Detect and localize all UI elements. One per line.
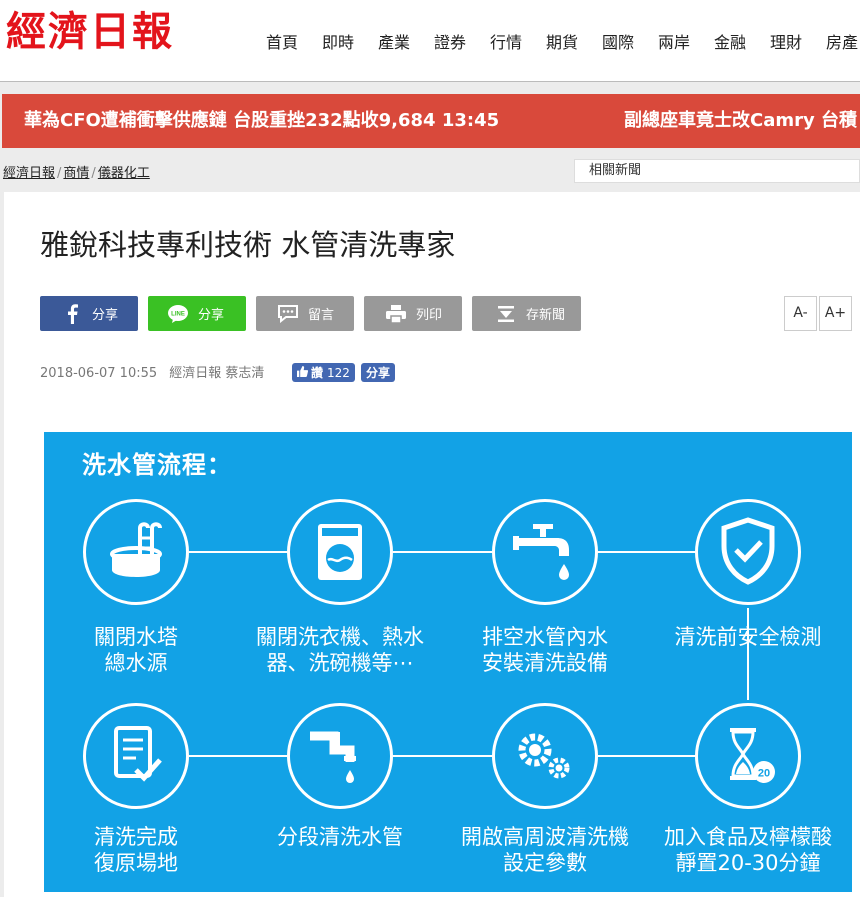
nav-item-wealth[interactable]: 理財 (758, 32, 814, 54)
main-nav: 首頁 即時 產業 證券 行情 期貨 國際 兩岸 金融 理財 房產 (254, 32, 860, 54)
site-header: 經濟日報 首頁 即時 產業 證券 行情 期貨 國際 兩岸 金融 理財 房產 (0, 0, 860, 82)
step-label: 排空水管內水 安裝清洗設備 (482, 625, 608, 675)
nav-item-international[interactable]: 國際 (590, 32, 646, 54)
facebook-icon (60, 302, 84, 326)
nav-item-industry[interactable]: 產業 (366, 32, 422, 54)
gears-icon (518, 733, 570, 779)
ticker-item[interactable]: 副總座車竟士改Camry 台積 (624, 108, 857, 134)
print-label: 列印 (416, 308, 443, 323)
step-circle (492, 703, 598, 809)
save-article-button[interactable]: 存新聞 (472, 296, 581, 331)
share-label: 分享 (198, 308, 225, 323)
font-decrease-button[interactable]: A- (784, 296, 817, 331)
article-source: 經濟日報 蔡志清 (169, 366, 265, 381)
faucet-icon (513, 524, 569, 580)
nav-item-property[interactable]: 房產 (814, 32, 860, 54)
step-label: 清洗前安全檢測 (674, 625, 822, 649)
print-button[interactable]: 列印 (364, 296, 462, 331)
svg-text:LINE: LINE (171, 311, 185, 317)
step-label: 加入食品及檸檬酸 靜置20-30分鐘 (664, 825, 832, 875)
breadcrumb-item[interactable]: 儀器化工 (98, 166, 150, 181)
step-label: 分段清洗水管 (277, 825, 403, 849)
pipe-icon (310, 731, 356, 783)
line-share-button[interactable]: LINE 分享 (148, 296, 246, 331)
site-logo[interactable]: 經濟日報 (6, 8, 174, 56)
step-circle (83, 703, 189, 809)
publish-date: 2018-06-07 10:55 (40, 366, 158, 381)
download-icon (494, 302, 518, 326)
save-label: 存新聞 (526, 308, 566, 323)
washing-machine-icon (318, 524, 362, 580)
timer-badge: 20 (758, 768, 770, 780)
facebook-like-button[interactable]: 讚 122 (292, 363, 355, 382)
step-circle (287, 703, 393, 809)
line-icon: LINE (166, 302, 190, 326)
related-news-tab[interactable]: 相關新聞 (574, 159, 860, 183)
nav-item-market[interactable]: 行情 (478, 32, 534, 54)
nav-item-instant[interactable]: 即時 (310, 32, 366, 54)
nav-item-finance[interactable]: 金融 (702, 32, 758, 54)
article-meta: 2018-06-07 10:55 經濟日報 蔡志清 (40, 366, 264, 382)
hourglass-icon: 20 (730, 728, 775, 783)
facebook-share-button[interactable]: 分享 (40, 296, 138, 331)
article-title: 雅銳科技專利技術 水管清洗專家 (40, 228, 456, 262)
step-label: 關閉洗衣機、熱水 器、洗碗機等⋯ (256, 625, 424, 675)
breadcrumb: 經濟日報 / 商情 / 儀器化工 (3, 166, 150, 181)
nav-item-futures[interactable]: 期貨 (534, 32, 590, 54)
printer-icon (384, 302, 408, 326)
breadcrumb-item[interactable]: 商情 (63, 166, 89, 181)
step-label: 關閉水塔 總水源 (94, 625, 178, 675)
step-circle (492, 499, 598, 605)
pipe-cleaning-infographic: 洗水管流程： 20 關閉水塔 總水源 關閉洗衣機、熱水 器、洗碗機等⋯ 排空水管… (44, 432, 852, 892)
like-count: 122 (327, 365, 350, 380)
font-increase-button[interactable]: A+ (819, 296, 852, 331)
nav-item-home[interactable]: 首頁 (254, 32, 310, 54)
comment-icon (276, 302, 300, 326)
water-tower-icon (110, 522, 162, 577)
article-container: 雅銳科技專利技術 水管清洗專家 分享 LINE 分享 留言 列印 存新聞 A- … (4, 192, 860, 897)
nav-item-cross-strait[interactable]: 兩岸 (646, 32, 702, 54)
facebook-share-small-button[interactable]: 分享 (361, 363, 396, 382)
like-label: 讚 (311, 366, 324, 380)
shield-check-icon (721, 517, 775, 585)
step-circle (83, 499, 189, 605)
share-label: 分享 (92, 308, 119, 323)
nav-item-stocks[interactable]: 證券 (422, 32, 478, 54)
step-label: 清洗完成 復原場地 (94, 825, 178, 875)
thumbs-up-icon (297, 365, 309, 380)
checklist-icon (114, 726, 162, 782)
news-ticker: 華為CFO遭補衝擊供應鏈 台股重挫232點收9,684 13:45 副總座車竟士… (2, 94, 860, 148)
step-circle (695, 499, 801, 605)
comment-label: 留言 (308, 308, 335, 323)
step-circle: 20 (695, 703, 801, 809)
breadcrumb-item[interactable]: 經濟日報 (3, 166, 55, 181)
step-circle (287, 499, 393, 605)
comment-button[interactable]: 留言 (256, 296, 354, 331)
ticker-item[interactable]: 華為CFO遭補衝擊供應鏈 台股重挫232點收9,684 13:45 (24, 108, 499, 134)
step-label: 開啟高周波清洗機 設定參數 (461, 825, 629, 875)
